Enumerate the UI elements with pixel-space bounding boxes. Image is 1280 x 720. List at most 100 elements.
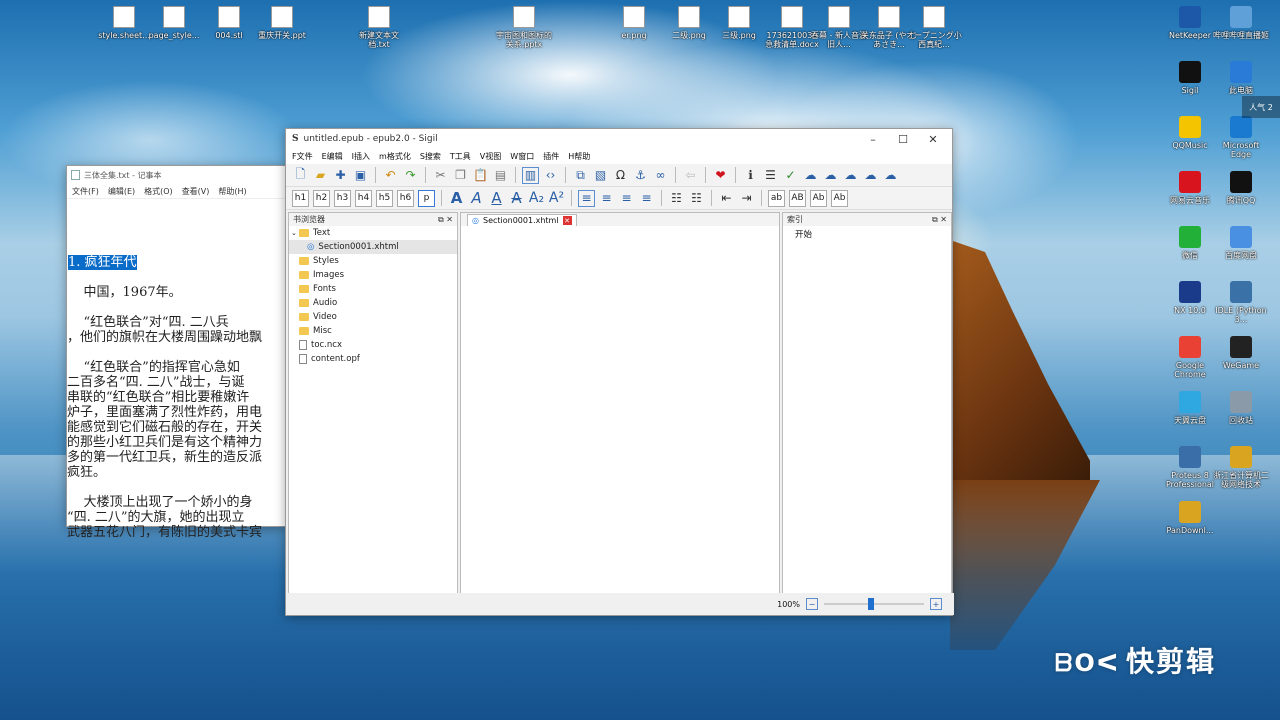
save-icon[interactable]: ▣ (352, 167, 369, 184)
sigil-menu-item[interactable]: E编辑 (322, 151, 343, 162)
panel-close-icon[interactable]: ✕ (940, 215, 947, 224)
subscript-icon[interactable]: A₂ (528, 190, 545, 207)
sigil-menu-item[interactable]: T工具 (450, 151, 471, 162)
increase-indent-icon[interactable]: ⇥ (738, 190, 755, 207)
desktop-app-9[interactable]: 百度网盘 (1212, 226, 1270, 260)
menu-edit[interactable]: 编辑(E) (108, 186, 135, 197)
desktop-app-18[interactable]: PanDownl... (1161, 501, 1219, 535)
align-justify-icon[interactable]: ≡ (638, 190, 655, 207)
float-icon[interactable]: ⧉ (932, 215, 938, 224)
case-button-3[interactable]: Ab (831, 189, 848, 207)
anchor-icon[interactable]: ⚓ (632, 167, 649, 184)
desktop-app-1[interactable]: 哔哩哔哩直播姬 (1212, 6, 1270, 40)
sigil-menu-item[interactable]: 插件 (543, 151, 559, 162)
desktop-app-12[interactable]: Google Chrome (1161, 336, 1219, 379)
chevron-down-icon[interactable]: ⌄ (291, 229, 297, 237)
align-center-icon[interactable]: ≡ (598, 190, 615, 207)
sigil-menu-item[interactable]: F文件 (292, 151, 313, 162)
notepad-titlebar[interactable]: 三体全集.txt - 记事本 (67, 166, 285, 184)
code-view-icon[interactable]: ‹› (542, 167, 559, 184)
desktop-app-11[interactable]: IDLE (Python 3... (1212, 281, 1270, 324)
maximize-button[interactable]: ☐ (888, 129, 918, 149)
desktop-app-13[interactable]: WeGame (1212, 336, 1270, 370)
heading-button-p[interactable]: p (418, 189, 435, 207)
zoom-slider-handle[interactable] (868, 598, 874, 610)
tab-close-icon[interactable]: ✕ (562, 216, 572, 225)
validate-5-icon[interactable]: ☁ (882, 167, 899, 184)
metadata-icon[interactable]: ℹ (742, 167, 759, 184)
float-icon[interactable]: ⧉ (438, 215, 444, 224)
notepad-text-area[interactable]: 中国，1967年。 “红色联合”对“四. 二八兵 ，他们的旗帜在大楼周围躁动地飘 … (67, 270, 286, 540)
align-right-icon[interactable]: ≡ (618, 190, 635, 207)
heading-button-h2[interactable]: h2 (313, 189, 330, 207)
paste-icon[interactable]: 📋 (472, 167, 489, 184)
tree-item[interactable]: toc.ncx (289, 338, 457, 352)
desktop-app-3[interactable]: 此电脑 (1212, 61, 1270, 95)
paste-special-icon[interactable]: ▤ (492, 167, 509, 184)
menu-format[interactable]: 格式(O) (144, 186, 173, 197)
copy-icon[interactable]: ❐ (452, 167, 469, 184)
special-char-icon[interactable]: Ω (612, 167, 629, 184)
redo-icon[interactable]: ↷ (402, 167, 419, 184)
sigil-menu-item[interactable]: H帮助 (568, 151, 590, 162)
validate-4-icon[interactable]: ☁ (862, 167, 879, 184)
superscript-icon[interactable]: A² (548, 190, 565, 207)
cut-icon[interactable]: ✂ (432, 167, 449, 184)
strikethrough-icon[interactable]: A (508, 189, 525, 207)
heading-button-h1[interactable]: h1 (292, 189, 309, 207)
open-folder-icon[interactable]: ▰ (312, 167, 329, 184)
bold-icon[interactable]: A (448, 189, 465, 207)
close-button[interactable]: ✕ (918, 129, 948, 149)
case-button-1[interactable]: AB (789, 189, 806, 207)
link-icon[interactable]: ∞ (652, 167, 669, 184)
sigil-menu-item[interactable]: m格式化 (379, 151, 411, 162)
notepad-window[interactable]: 三体全集.txt - 记事本 文件(F) 编辑(E) 格式(O) 查看(V) 帮… (66, 165, 286, 540)
tree-item[interactable]: ◎ Section0001.xhtml (289, 240, 457, 254)
insert-image-icon[interactable]: ▧ (592, 167, 609, 184)
desktop-app-16[interactable]: Proteus 8 Professional (1161, 446, 1219, 489)
sigil-menu-item[interactable]: S搜索 (420, 151, 441, 162)
undo-icon[interactable]: ↶ (382, 167, 399, 184)
underline-icon[interactable]: A (488, 189, 505, 207)
tree-item[interactable]: Misc (289, 324, 457, 338)
menu-file[interactable]: 文件(F) (72, 186, 99, 197)
tree-item[interactable]: Fonts (289, 282, 457, 296)
desktop-app-0[interactable]: NetKeeper (1161, 6, 1219, 40)
panel-close-icon[interactable]: ✕ (446, 215, 453, 224)
tree-item[interactable]: Styles (289, 254, 457, 268)
menu-view[interactable]: 查看(V) (182, 186, 210, 197)
new-file-icon[interactable]: 🗋 (292, 167, 309, 184)
validate-2-icon[interactable]: ☁ (822, 167, 839, 184)
sigil-titlebar[interactable]: S untitled.epub - epub2.0 - Sigil – ☐ ✕ (286, 129, 952, 149)
zoom-out-icon[interactable]: − (806, 598, 818, 610)
bullet-list-icon[interactable]: ☷ (668, 190, 685, 207)
zoom-in-icon[interactable]: + (930, 598, 942, 610)
sigil-menu-item[interactable]: I插入 (352, 151, 370, 162)
desktop-app-14[interactable]: 天翼云盘 (1161, 391, 1219, 425)
desktop-file-1[interactable]: page_style... (145, 6, 203, 40)
align-left-icon[interactable]: ≡ (578, 189, 595, 207)
validate-1-icon[interactable]: ☁ (802, 167, 819, 184)
heading-button-h5[interactable]: h5 (376, 189, 393, 207)
minimize-button[interactable]: – (858, 129, 888, 149)
desktop-file-12[interactable]: オープニング小西真紀... (905, 6, 963, 49)
desktop-app-8[interactable]: 微信 (1161, 226, 1219, 260)
book-view-icon[interactable]: ▥ (522, 166, 539, 184)
tree-item[interactable]: Images (289, 268, 457, 282)
toc-icon[interactable]: ☰ (762, 167, 779, 184)
desktop-app-10[interactable]: NX 10.0 (1161, 281, 1219, 315)
add-file-icon[interactable]: ✚ (332, 167, 349, 184)
desktop-file-5[interactable]: 宇宙图和图标的关系.pptx (495, 6, 553, 49)
case-button-2[interactable]: Ab (810, 189, 827, 207)
desktop-app-5[interactable]: Microsoft Edge (1212, 116, 1270, 159)
desktop-app-7[interactable]: 腾讯QQ (1212, 171, 1270, 205)
decrease-indent-icon[interactable]: ⇤ (718, 190, 735, 207)
index-item[interactable]: 开始 (783, 226, 951, 242)
desktop-app-4[interactable]: QQMusic (1161, 116, 1219, 150)
heading-button-h6[interactable]: h6 (397, 189, 414, 207)
sigil-menu-item[interactable]: W窗口 (510, 151, 534, 162)
desktop-file-3[interactable]: 重庆开关.ppt (253, 6, 311, 40)
sigil-window[interactable]: S untitled.epub - epub2.0 - Sigil – ☐ ✕ … (285, 128, 954, 616)
editor-panel[interactable]: ◎ Section0001.xhtml ✕ (460, 212, 780, 594)
heart-icon[interactable]: ❤ (712, 167, 729, 184)
